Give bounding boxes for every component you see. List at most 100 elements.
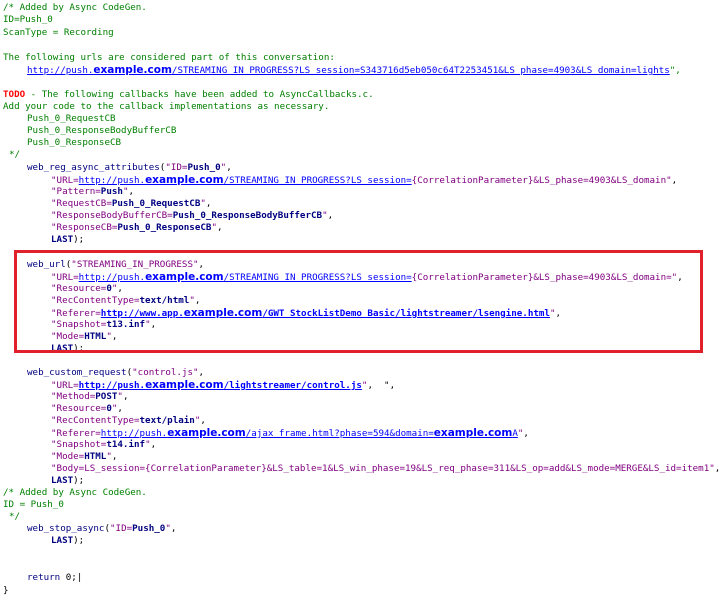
code-line: LAST); bbox=[51, 475, 84, 487]
url-token[interactable]: /STREAMING_IN_PROGRESS?LS_session=S34371… bbox=[172, 65, 670, 76]
url-token[interactable]: http://push. bbox=[79, 175, 145, 186]
code-token: "ResponseBodyBufferCB= bbox=[51, 210, 173, 221]
code-line: http://push.example.com/STREAMING_IN_PRO… bbox=[27, 64, 681, 76]
code-line: LAST); bbox=[51, 535, 84, 547]
url-token[interactable]: example.com bbox=[145, 174, 224, 186]
code-token: ScanType = Recording bbox=[3, 27, 114, 38]
code-line: return 0;| bbox=[27, 572, 82, 584]
code-line: ScanType = Recording bbox=[3, 27, 114, 39]
code-line: "Pattern=Push", bbox=[51, 186, 134, 198]
code-token: Push_0_ResponseCB bbox=[27, 137, 122, 148]
code-token: Push bbox=[100, 186, 123, 197]
code-line: ID = Push_0 bbox=[3, 499, 64, 511]
highlight-box bbox=[14, 250, 703, 353]
code-line: "RequestCB=Push_0_RequestCB", bbox=[51, 198, 211, 210]
code-line: TODO - The following callbacks have been… bbox=[3, 89, 374, 101]
code-token: text/plain bbox=[139, 415, 195, 426]
code-token: , bbox=[128, 186, 135, 197]
code-token: web_stop_async bbox=[27, 523, 105, 534]
code-token: "ID= bbox=[165, 162, 188, 173]
code-token: , ", bbox=[367, 380, 396, 391]
url-token[interactable]: /ajax_frame.html?phase=594&domain= bbox=[246, 428, 434, 439]
code-token: web_reg_async_attributes bbox=[27, 162, 160, 173]
code-token: /* Added by Async CodeGen. bbox=[3, 487, 147, 498]
code-token: Add your code to the callback implementa… bbox=[3, 101, 330, 112]
code-line: /* Added by Async CodeGen. bbox=[3, 2, 147, 14]
url-token[interactable]: example.com bbox=[434, 427, 513, 439]
code-token: {CorrelationParameter}&LS_phase=4903&LS_… bbox=[411, 175, 667, 186]
code-token: - The following callbacks have been adde… bbox=[25, 89, 374, 100]
code-line: "Mode=HTML", bbox=[51, 451, 117, 463]
url-token[interactable]: http://push. bbox=[27, 65, 93, 76]
code-token: ); bbox=[73, 535, 85, 546]
code-token: ID = Push_0 bbox=[3, 499, 64, 510]
code-token: , bbox=[671, 175, 678, 186]
url-token[interactable]: http://push. bbox=[101, 428, 167, 439]
code-token: "control.js" bbox=[132, 367, 199, 378]
code-token: */ bbox=[9, 511, 21, 522]
code-token: Push_0_ResponseBodyBufferCB bbox=[172, 210, 323, 221]
code-line: web_custom_request("control.js", bbox=[27, 367, 204, 379]
code-line: "ResponseBodyBufferCB=Push_0_ResponseBod… bbox=[51, 210, 333, 222]
code-token: LAST bbox=[51, 234, 74, 245]
code-token: , bbox=[226, 162, 232, 173]
url-token[interactable]: example.com bbox=[93, 64, 172, 76]
code-line: */ bbox=[9, 149, 20, 161]
code-line: "ResponseCB=Push_0_ResponseCB", bbox=[51, 222, 223, 234]
code-token: , bbox=[216, 222, 223, 233]
code-line: The following urls are considered part o… bbox=[3, 52, 335, 64]
code-token: "Mode= bbox=[51, 451, 85, 462]
code-token: "Snapshot= bbox=[51, 439, 107, 450]
code-token: , bbox=[200, 415, 206, 426]
code-line: "Snapshot=t14.inf", bbox=[51, 439, 156, 451]
code-token: HTML bbox=[84, 451, 107, 462]
url-token[interactable]: /lightstreamer/control.js bbox=[224, 380, 362, 391]
code-line: Push_0_ResponseBodyBufferCB bbox=[27, 125, 176, 137]
code-token: , bbox=[170, 523, 177, 534]
code-token: "URL= bbox=[51, 175, 79, 186]
code-token: 0; bbox=[60, 572, 77, 583]
code-token: LAST bbox=[51, 475, 74, 486]
code-token: ID=Push_0 bbox=[3, 14, 53, 25]
code-line: web_reg_async_attributes("ID=Push_0", bbox=[27, 162, 232, 174]
url-token[interactable]: /STREAMING_IN_PROGRESS?LS_session= bbox=[224, 175, 412, 186]
code-line: "URL=http://push.example.com/STREAMING_I… bbox=[51, 174, 677, 186]
url-token[interactable]: example.com bbox=[167, 427, 246, 439]
code-token: ); bbox=[73, 234, 85, 245]
code-token: ); bbox=[73, 475, 85, 486]
code-token: Push_0_RequestCB bbox=[111, 198, 201, 209]
code-line: "Body=LS_session={CorrelationParameter}&… bbox=[51, 463, 720, 475]
code-token: "Body=LS_session={CorrelationParameter}&… bbox=[51, 463, 715, 474]
code-token: "RecContentType= bbox=[51, 415, 140, 426]
code-token: TODO bbox=[3, 89, 26, 100]
code-token: , bbox=[714, 463, 721, 474]
code-token: "ID= bbox=[110, 523, 133, 534]
code-token: /* Added by Async CodeGen. bbox=[3, 2, 147, 13]
code-line: "Resource=0", bbox=[51, 403, 123, 415]
code-token: , bbox=[327, 210, 334, 221]
code-line: } bbox=[3, 585, 9, 597]
code-line: "Method=POST", bbox=[51, 391, 129, 403]
code-token: "Method= bbox=[51, 391, 96, 402]
code-token: "ResponseCB= bbox=[51, 222, 118, 233]
code-token: , bbox=[523, 428, 529, 439]
url-token[interactable]: http://push. bbox=[79, 380, 145, 391]
code-line: "Referer=http://push.example.com/ajax_fr… bbox=[51, 427, 529, 439]
url-token[interactable]: example.com bbox=[145, 379, 224, 391]
code-token: */ bbox=[9, 149, 21, 160]
text-cursor: | bbox=[76, 572, 83, 583]
code-token: "URL= bbox=[51, 380, 79, 391]
code-token: Push_0 bbox=[132, 523, 166, 534]
code-token: "Resource= bbox=[51, 403, 107, 414]
code-line: "RecContentType=text/plain", bbox=[51, 415, 206, 427]
code-token: Push_0_RequestCB bbox=[27, 113, 116, 124]
code-token: , bbox=[111, 451, 118, 462]
code-token: } bbox=[3, 585, 9, 596]
code-line: "URL=http://push.example.com/lightstream… bbox=[51, 379, 395, 391]
code-token: , bbox=[205, 198, 212, 209]
code-line: /* Added by Async CodeGen. bbox=[3, 487, 147, 499]
code-token: ", bbox=[669, 65, 681, 76]
code-line: web_stop_async("ID=Push_0", bbox=[27, 523, 176, 535]
code-token: t14.inf bbox=[106, 439, 146, 450]
code-token: "RequestCB= bbox=[51, 198, 112, 209]
